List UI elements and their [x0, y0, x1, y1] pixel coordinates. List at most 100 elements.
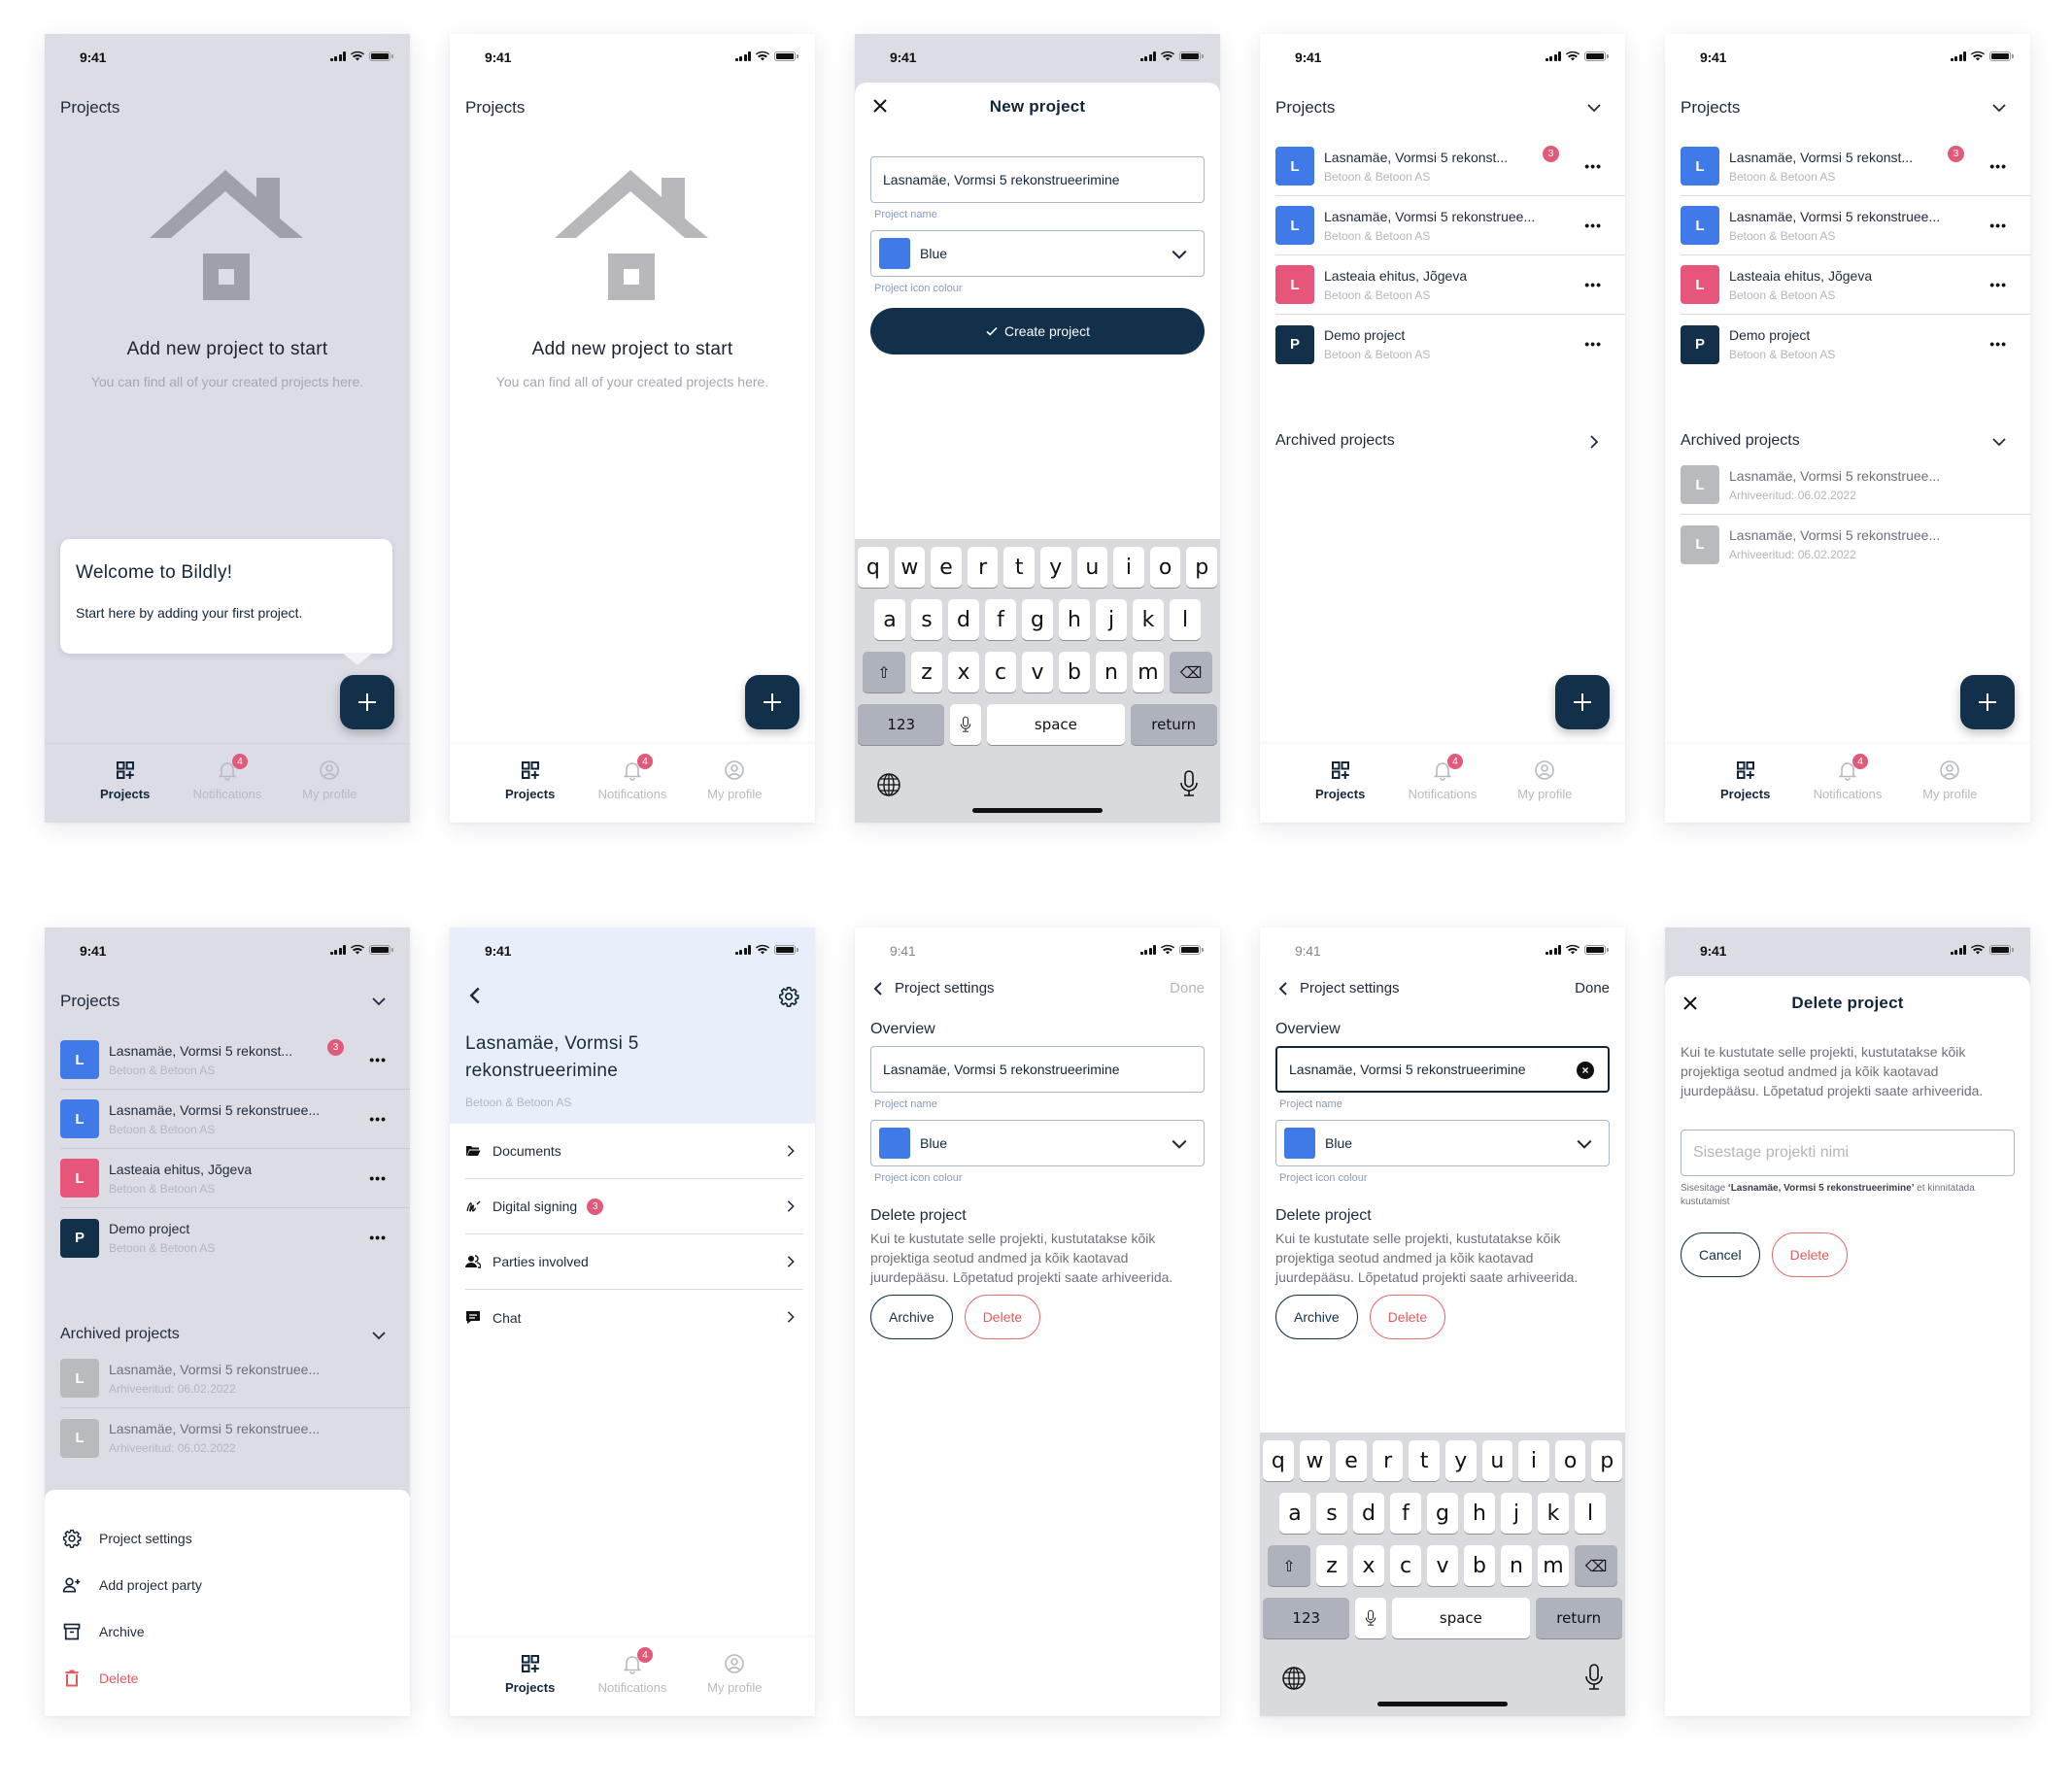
key-x[interactable]: x [1353, 1545, 1384, 1586]
key-a[interactable]: a [874, 599, 905, 640]
back-chevron-icon[interactable] [465, 986, 485, 1005]
key-f[interactable]: f [985, 599, 1016, 640]
nav-projects[interactable]: Projects [487, 744, 574, 823]
menu-digital-signing[interactable]: Digital signing 3 [465, 1179, 803, 1234]
add-project-button[interactable] [745, 675, 799, 729]
nav-my-profile[interactable]: My profile [691, 744, 778, 823]
add-project-button[interactable] [1555, 675, 1610, 729]
key-i[interactable]: i [1113, 547, 1144, 588]
key-u[interactable]: u [1481, 1440, 1513, 1481]
more-options-icon[interactable]: ••• [1584, 218, 1602, 233]
key-r[interactable]: r [1372, 1440, 1404, 1481]
archived-projects-header[interactable]: Archived projects [1275, 432, 1602, 450]
project-colour-select[interactable]: Blue [870, 1120, 1205, 1166]
add-project-button[interactable] [340, 675, 394, 729]
confirm-name-input[interactable]: Sisestage projekti nimi [1681, 1130, 2015, 1176]
done-button[interactable]: Done [1170, 980, 1205, 996]
key-backspace[interactable]: ⌫ [1170, 652, 1212, 692]
project-name-field[interactable]: Lasnamäe, Vormsi 5 rekonstrueerimine [870, 1046, 1205, 1093]
key-k[interactable]: k [1538, 1493, 1569, 1534]
sheet-archive[interactable]: Archive [45, 1608, 410, 1655]
key-e[interactable]: e [931, 547, 962, 588]
menu-documents[interactable]: Documents [465, 1124, 803, 1179]
key-k[interactable]: k [1133, 599, 1164, 640]
key-g[interactable]: g [1427, 1493, 1458, 1534]
nav-notifications[interactable]: 4 Notifications [1399, 744, 1486, 823]
project-row[interactable]: P Demo project Betoon & Betoon AS ••• [1275, 315, 1625, 374]
key-c[interactable]: c [985, 652, 1016, 692]
project-row[interactable]: L Lasnamäe, Vormsi 5 rekonst... Betoon & B… [1681, 137, 2030, 196]
nav-projects[interactable]: Projects [1297, 744, 1384, 823]
key-backspace[interactable]: ⌫ [1575, 1545, 1617, 1586]
more-options-icon[interactable]: ••• [1989, 158, 2007, 174]
key-v[interactable]: v [1427, 1545, 1458, 1586]
key-m[interactable]: m [1133, 652, 1164, 692]
key-u[interactable]: u [1076, 547, 1108, 588]
key-n[interactable]: n [1096, 652, 1127, 692]
key-return[interactable]: return [1535, 1598, 1622, 1638]
key-i[interactable]: i [1518, 1440, 1549, 1481]
key-z[interactable]: z [911, 652, 942, 692]
more-options-icon[interactable]: ••• [369, 1170, 387, 1186]
key-x[interactable]: x [948, 652, 979, 692]
project-row[interactable]: L Lasnamäe, Vormsi 5 rekonst... Betoon & B… [60, 1030, 410, 1090]
project-colour-select[interactable]: Blue [870, 230, 1205, 277]
delete-button[interactable]: Delete [964, 1295, 1041, 1339]
gear-icon[interactable] [778, 986, 799, 1007]
project-name-field[interactable]: Lasnamäe, Vormsi 5 rekonstrueerimine [870, 156, 1205, 203]
archived-project-row[interactable]: L Lasnamäe, Vormsi 5 rekonstruee... Arhive… [60, 1349, 410, 1408]
globe-icon[interactable] [876, 772, 901, 797]
nav-projects[interactable]: Projects [82, 744, 169, 823]
key-s[interactable]: s [1316, 1493, 1347, 1534]
key-d[interactable]: d [1353, 1493, 1384, 1534]
nav-notifications[interactable]: 4 Notifications [184, 744, 271, 823]
key-j[interactable]: j [1501, 1493, 1532, 1534]
key-n[interactable]: n [1501, 1545, 1532, 1586]
chevron-down-icon[interactable] [371, 994, 387, 1009]
key-space[interactable]: space [1392, 1598, 1530, 1638]
back-chevron-icon[interactable] [1275, 980, 1291, 997]
delete-button[interactable]: Delete [1771, 1232, 1849, 1277]
key-123[interactable]: 123 [1263, 1598, 1350, 1638]
more-options-icon[interactable]: ••• [1584, 336, 1602, 352]
key-y[interactable]: y [1040, 547, 1071, 588]
nav-projects[interactable]: Projects [487, 1637, 574, 1716]
nav-projects[interactable]: Projects [1702, 744, 1789, 823]
nav-notifications[interactable]: 4 Notifications [1804, 744, 1891, 823]
key-q[interactable]: q [858, 547, 889, 588]
archived-project-row[interactable]: L Lasnamäe, Vormsi 5 rekonstruee... Arhive… [1681, 515, 2030, 574]
microphone-icon[interactable] [1179, 770, 1199, 797]
clear-input-icon[interactable]: × [1577, 1062, 1594, 1079]
key-a[interactable]: a [1279, 1493, 1310, 1534]
key-g[interactable]: g [1022, 599, 1053, 640]
nav-my-profile[interactable]: My profile [1906, 744, 1993, 823]
project-row[interactable]: L Lasnamäe, Vormsi 5 rekonst... Betoon & B… [1275, 137, 1625, 196]
nav-notifications[interactable]: 4 Notifications [589, 1637, 676, 1716]
key-p[interactable]: p [1591, 1440, 1622, 1481]
archived-projects-header[interactable]: Archived projects [60, 1326, 387, 1343]
back-chevron-icon[interactable] [870, 980, 886, 997]
key-o[interactable]: o [1149, 547, 1181, 588]
project-row[interactable]: L Lasteaia ehitus, Jõgeva Betoon & Betoon … [1275, 255, 1625, 315]
project-colour-select[interactable]: Blue [1275, 1120, 1610, 1166]
key-p[interactable]: p [1186, 547, 1217, 588]
project-row[interactable]: L Lasteaia ehitus, Jõgeva Betoon & Betoon … [60, 1149, 410, 1208]
more-options-icon[interactable]: ••• [369, 1052, 387, 1067]
key-123[interactable]: 123 [858, 704, 945, 745]
key-w[interactable]: w [1299, 1440, 1331, 1481]
key-f[interactable]: f [1390, 1493, 1421, 1534]
key-d[interactable]: d [948, 599, 979, 640]
key-s[interactable]: s [911, 599, 942, 640]
delete-button[interactable]: Delete [1369, 1295, 1446, 1339]
key-return[interactable]: return [1130, 704, 1217, 745]
chevron-down-icon[interactable] [1586, 100, 1602, 116]
key-shift[interactable]: ⇧ [863, 652, 905, 692]
add-project-button[interactable] [1960, 675, 2015, 729]
menu-parties-involved[interactable]: Parties involved [465, 1234, 803, 1290]
more-options-icon[interactable]: ••• [369, 1230, 387, 1245]
key-b[interactable]: b [1059, 652, 1090, 692]
key-dictation[interactable] [950, 704, 982, 745]
key-l[interactable]: l [1575, 1493, 1606, 1534]
key-q[interactable]: q [1263, 1440, 1294, 1481]
create-project-button[interactable]: Create project [870, 308, 1205, 354]
